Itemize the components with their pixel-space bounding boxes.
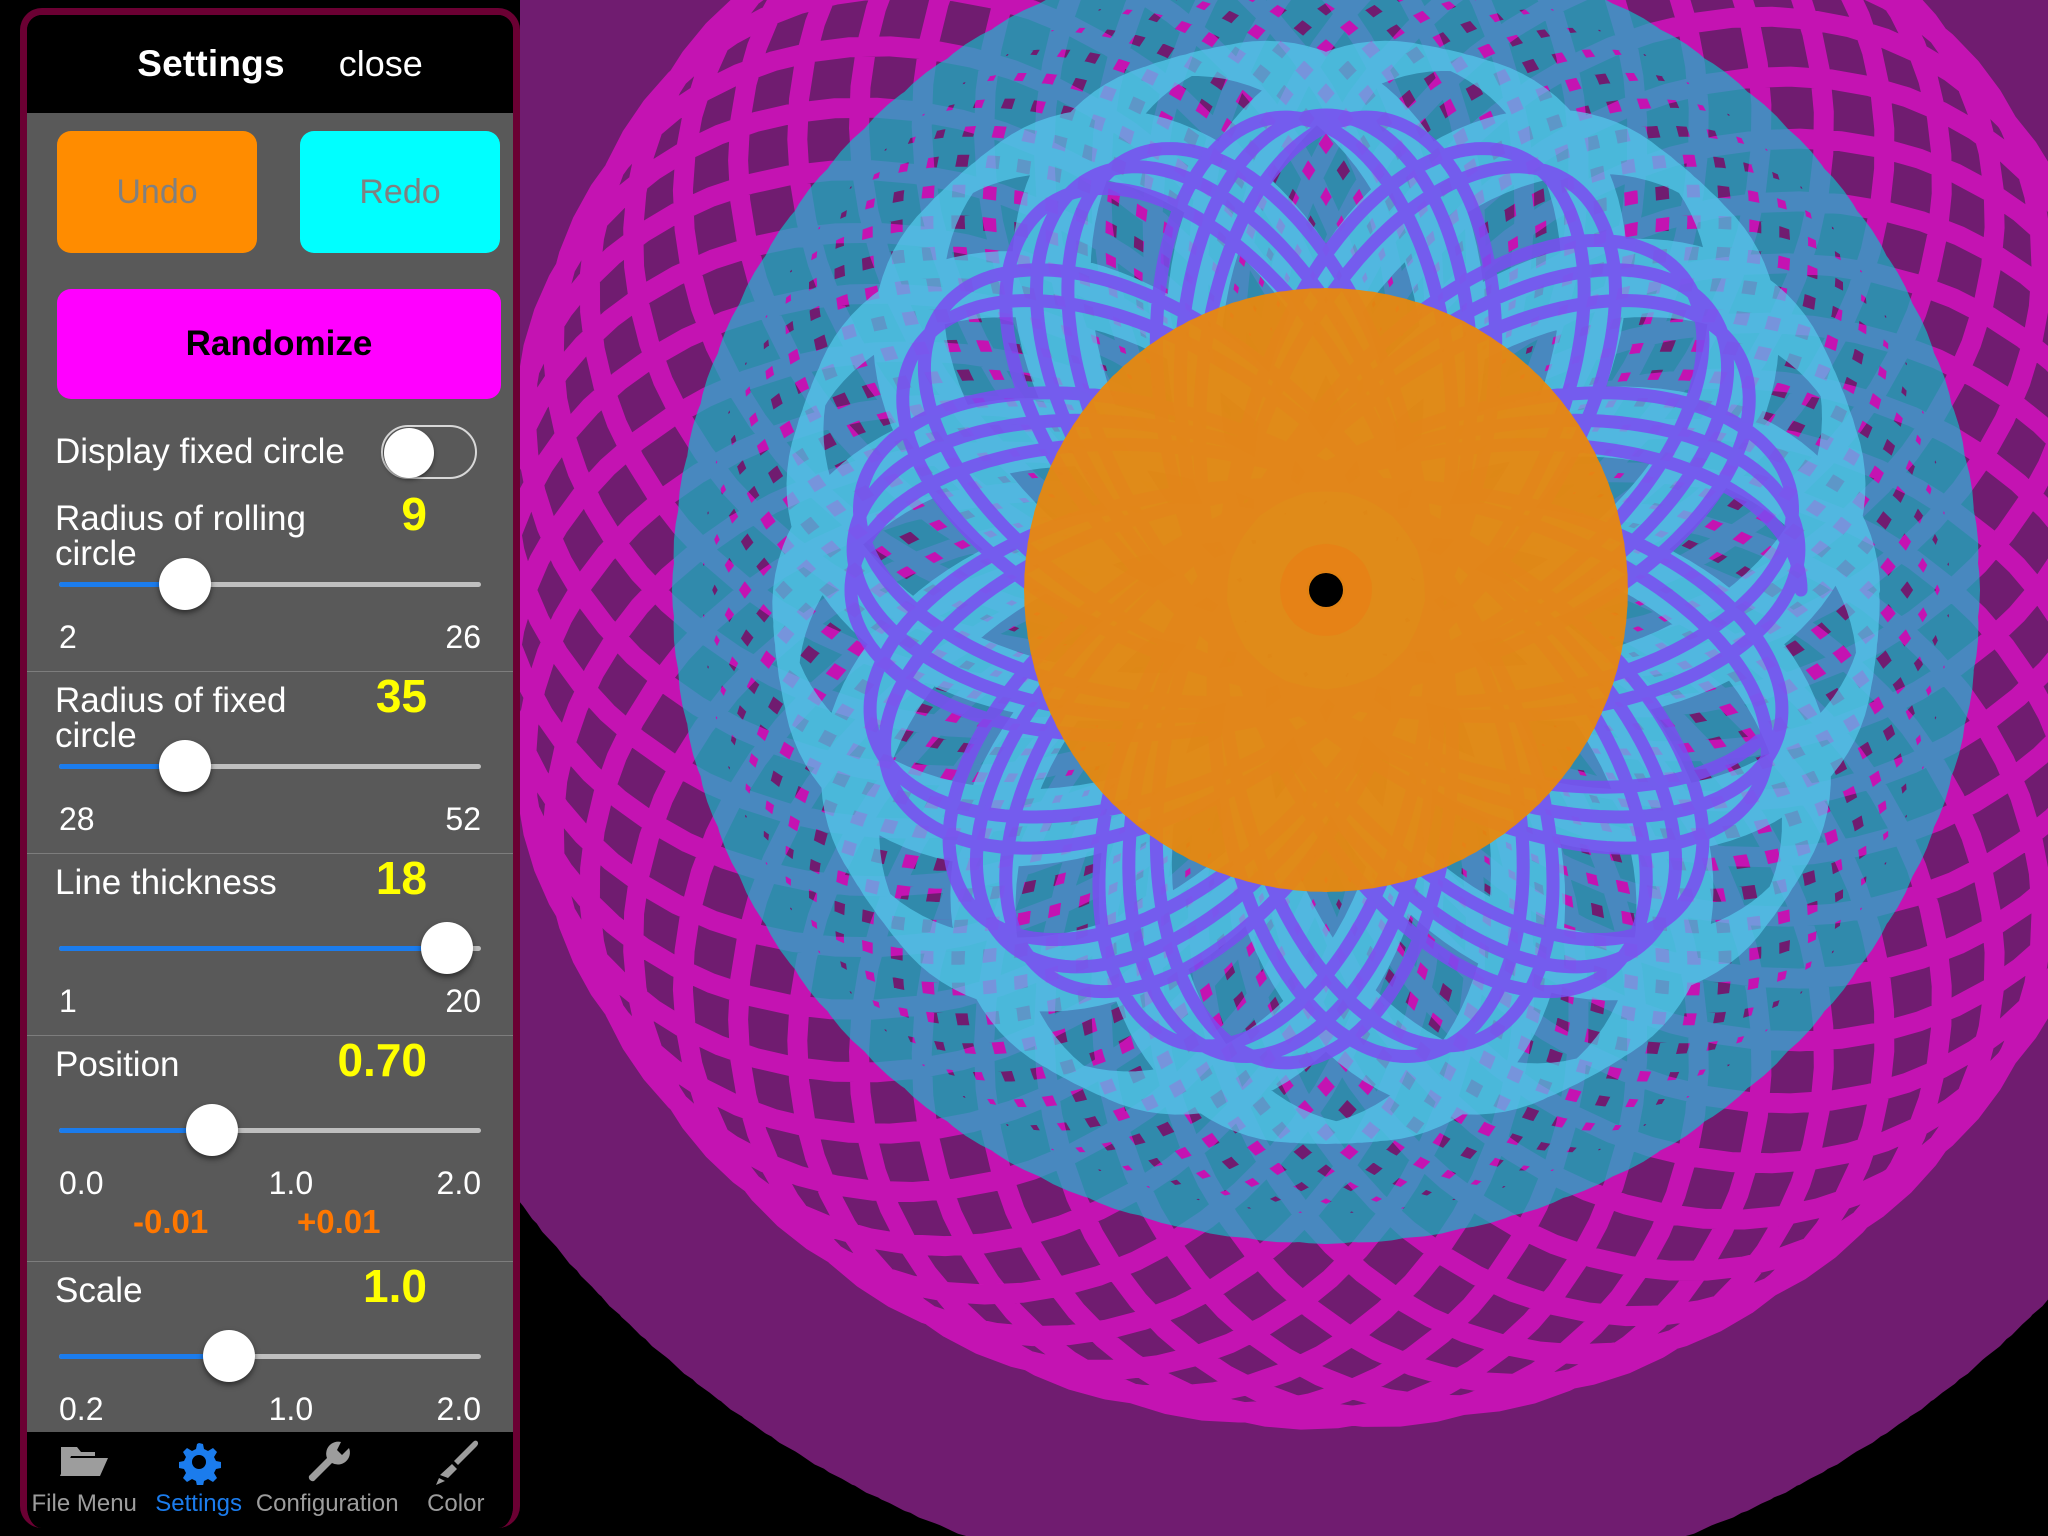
- slider-head: Line thickness 18: [55, 855, 485, 913]
- slider-track-wrap[interactable]: [55, 1321, 485, 1391]
- slider-label: Line thickness: [55, 863, 277, 902]
- slider-max-label: 2.0: [436, 1165, 481, 1201]
- slider-min-label: 0.2: [59, 1391, 104, 1427]
- slider-value: 1.0: [363, 1260, 427, 1312]
- slider-label: Position: [55, 1045, 180, 1084]
- wrench-icon: [301, 1436, 353, 1488]
- slider-track-wrap[interactable]: [55, 913, 485, 983]
- slider-ticks: 0.0 1.0 2.0 -0.01 +0.01: [55, 1165, 485, 1261]
- redo-button[interactable]: Redo: [300, 131, 500, 253]
- slider-ticks: 1 20: [55, 983, 485, 1035]
- bottom-tab-bar: File Menu Settings Configuration Color: [27, 1432, 513, 1528]
- tab-file-menu[interactable]: File Menu: [27, 1436, 141, 1518]
- undo-button[interactable]: Undo: [57, 131, 257, 253]
- slider-head: Position 0.70: [55, 1037, 485, 1095]
- slider-track-wrap[interactable]: [55, 1095, 485, 1165]
- page-title: Settings: [137, 43, 285, 84]
- tab-label: Settings: [155, 1490, 242, 1517]
- slider-value: 9: [401, 488, 427, 540]
- toggle-knob-icon: [384, 428, 434, 478]
- spirograph-canvas[interactable]: [520, 0, 2048, 1536]
- gear-icon: [173, 1436, 225, 1488]
- slider-min-label: 1: [59, 983, 77, 1019]
- slider-thumb[interactable]: [203, 1330, 256, 1382]
- slider-row: Radius of fixed circle 35 28 52: [27, 671, 513, 853]
- slider-min-label: 0.0: [59, 1165, 104, 1201]
- display-fixed-circle-row: Display fixed circle: [27, 399, 513, 489]
- slider-head: Scale 1.0: [55, 1263, 485, 1321]
- tab-configuration[interactable]: Configuration: [256, 1436, 399, 1518]
- panel-body: Undo Redo Randomize Display fixed circle…: [27, 113, 513, 1443]
- step-up-button[interactable]: +0.01: [297, 1203, 381, 1241]
- slider-head: Radius of rolling circle 9: [55, 488, 485, 571]
- slider-label: Scale: [55, 1271, 143, 1310]
- step-down-button[interactable]: -0.01: [133, 1203, 208, 1241]
- tab-label: File Menu: [31, 1490, 137, 1517]
- sliders-container: Radius of rolling circle 9 2 26 Radius of fi…: [27, 489, 513, 1443]
- slider-ticks: 2 26: [55, 619, 485, 671]
- panel-header: Settings close: [27, 15, 513, 113]
- slider-row: Radius of rolling circle 9 2 26: [27, 489, 513, 671]
- settings-panel: Settings close Undo Redo Randomize Displ…: [20, 8, 520, 1528]
- slider-min-label: 28: [59, 801, 95, 837]
- slider-thumb[interactable]: [185, 1104, 238, 1156]
- randomize-button[interactable]: Randomize: [57, 289, 501, 399]
- slider-max-label: 20: [445, 983, 481, 1019]
- slider-row: Line thickness 18 1 20: [27, 853, 513, 1035]
- display-fixed-circle-toggle[interactable]: [381, 425, 477, 479]
- slider-max-label: 2.0: [436, 1391, 481, 1427]
- close-button[interactable]: close: [339, 43, 423, 85]
- tab-label: Configuration: [255, 1490, 399, 1517]
- slider-thumb[interactable]: [159, 740, 212, 792]
- paintbrush-icon: [430, 1436, 482, 1488]
- slider-max-label: 26: [445, 619, 481, 655]
- tab-label: Color: [427, 1490, 485, 1517]
- slider-head: Radius of fixed circle 35: [55, 670, 485, 753]
- slider-mid-label: 1.0: [268, 1391, 314, 1427]
- tab-color[interactable]: Color: [399, 1436, 513, 1518]
- folder-icon: [58, 1436, 110, 1488]
- slider-value: 35: [375, 670, 427, 722]
- slider-min-label: 2: [59, 619, 77, 655]
- slider-thumb[interactable]: [159, 558, 212, 610]
- slider-track-wrap[interactable]: [55, 731, 485, 801]
- slider-row: Position 0.70 0.0 1.0 2.0 -0.01 +0.01: [27, 1035, 513, 1261]
- spiro-center-dot: [1309, 573, 1343, 607]
- slider-value: 0.70: [337, 1034, 427, 1086]
- undo-redo-row: Undo Redo: [27, 113, 513, 253]
- tab-settings[interactable]: Settings: [141, 1436, 255, 1518]
- slider-ticks: 28 52: [55, 801, 485, 853]
- slider-mid-label: 1.0: [268, 1165, 314, 1201]
- slider-thumb[interactable]: [421, 922, 474, 974]
- slider-row: Scale 1.0 0.2 1.0 2.0: [27, 1261, 513, 1443]
- slider-fill: [59, 946, 448, 951]
- display-fixed-circle-label: Display fixed circle: [55, 432, 345, 471]
- spirograph-figure: [520, 0, 2048, 1536]
- slider-track-wrap[interactable]: [55, 549, 485, 619]
- slider-max-label: 52: [445, 801, 481, 837]
- slider-value: 18: [375, 852, 427, 904]
